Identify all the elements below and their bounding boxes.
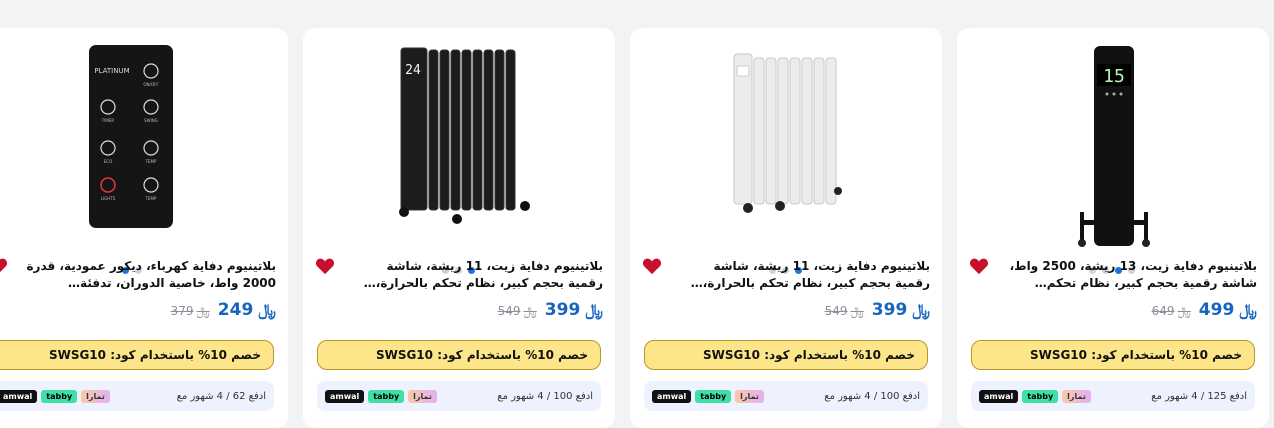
current-price: ﷼ 249 bbox=[217, 300, 276, 320]
old-price: ﷼ 649 bbox=[1151, 304, 1191, 318]
tamara-logo: تمارا bbox=[1062, 389, 1091, 403]
installment-text: ادفع 62 / 4 شهور مع bbox=[176, 390, 266, 402]
remote-label: SWING bbox=[144, 118, 158, 123]
product-image[interactable]: 24 bbox=[303, 28, 615, 260]
amwal-logo: amwal bbox=[0, 389, 38, 403]
old-price: ﷼ 379 bbox=[170, 304, 210, 318]
installment-bar[interactable]: ادفع 100 / 4 شهور مع amwal tabby تمارا bbox=[317, 381, 601, 411]
heater-display: 15 bbox=[1103, 66, 1125, 87]
tamara-logo: تمارا bbox=[735, 389, 764, 403]
riyal-icon: ﷼ bbox=[850, 304, 864, 318]
heart-icon[interactable] bbox=[642, 257, 662, 275]
heart-icon[interactable] bbox=[969, 257, 989, 275]
current-price: ﷼ 399 bbox=[871, 300, 930, 320]
heart-icon[interactable] bbox=[315, 257, 335, 275]
installment-bar[interactable]: ادفع 100 / 4 شهور مع amwal tabby تمارا bbox=[644, 381, 928, 411]
riyal-icon: ﷼ bbox=[912, 300, 930, 319]
product-title[interactable]: بلاتينيوم دفاية كهرباء، ديكور عمودية، قد… bbox=[24, 258, 276, 292]
amwal-logo: amwal bbox=[652, 389, 692, 403]
tabby-logo: tabby bbox=[368, 389, 405, 403]
product-image[interactable]: 15 bbox=[957, 28, 1269, 260]
price-row: ﷼ 399 ﷼ 549 bbox=[498, 300, 603, 320]
riyal-icon: ﷼ bbox=[258, 300, 276, 319]
price-row: ﷼ 249 ﷼ 379 bbox=[171, 300, 276, 320]
amwal-logo: amwal bbox=[979, 389, 1019, 403]
installment-text: ادفع 125 / 4 شهور مع bbox=[1151, 390, 1247, 402]
product-card[interactable]: PLATINUM ON/OFF TIMER SWING ECO TEMP LIG… bbox=[0, 28, 288, 428]
product-title[interactable]: بلاتينيوم دفاية زيت، 11 ريشة، شاشة رقمية… bbox=[678, 258, 930, 292]
heart-icon[interactable] bbox=[0, 257, 8, 275]
remote-label: TEMP bbox=[145, 196, 157, 201]
installment-text: ادفع 100 / 4 شهور مع bbox=[824, 390, 920, 402]
current-price: ﷼ 499 bbox=[1198, 300, 1257, 320]
remote-brand-label: PLATINUM bbox=[94, 67, 129, 75]
product-image[interactable] bbox=[630, 28, 942, 260]
promo-code-banner[interactable]: خصم 10% باستخدام كود: SWSG10 bbox=[971, 340, 1255, 370]
product-card[interactable]: 15 بلاتينيوم دفاية زيت، 13 ريشة، 2500 وا… bbox=[957, 28, 1269, 428]
product-image[interactable]: PLATINUM ON/OFF TIMER SWING ECO TEMP LIG… bbox=[0, 28, 288, 260]
tabby-logo: tabby bbox=[1022, 389, 1059, 403]
old-price: ﷼ 549 bbox=[497, 304, 537, 318]
remote-label: TEMP bbox=[145, 159, 157, 164]
heater-display: 24 bbox=[405, 63, 421, 78]
tamara-logo: تمارا bbox=[408, 389, 437, 403]
riyal-icon: ﷼ bbox=[523, 304, 537, 318]
current-price: ﷼ 399 bbox=[544, 300, 603, 320]
promo-code-banner[interactable]: خصم 10% باستخدام كود: SWSG10 bbox=[0, 340, 274, 370]
remote-label: ON/OFF bbox=[143, 82, 159, 87]
remote-label: LIGHTS bbox=[101, 196, 116, 201]
installment-bar[interactable]: ادفع 62 / 4 شهور مع amwal tabby تمارا bbox=[0, 381, 274, 411]
riyal-icon: ﷼ bbox=[1239, 300, 1257, 319]
promo-code-banner[interactable]: خصم 10% باستخدام كود: SWSG10 bbox=[644, 340, 928, 370]
old-price: ﷼ 549 bbox=[824, 304, 864, 318]
price-row: ﷼ 499 ﷼ 649 bbox=[1152, 300, 1257, 320]
installment-bar[interactable]: ادفع 125 / 4 شهور مع amwal tabby تمارا bbox=[971, 381, 1255, 411]
amwal-logo: amwal bbox=[325, 389, 365, 403]
riyal-icon: ﷼ bbox=[585, 300, 603, 319]
remote-label: ECO bbox=[104, 159, 112, 164]
remote-label: TIMER bbox=[101, 118, 115, 123]
price-row: ﷼ 399 ﷼ 549 bbox=[825, 300, 930, 320]
product-card[interactable]: 24 بلاتينيوم دفاية زيت، 11 ريشة، شاشة رق… bbox=[303, 28, 615, 428]
tabby-logo: tabby bbox=[41, 389, 78, 403]
tabby-logo: tabby bbox=[695, 389, 732, 403]
tamara-logo: تمارا bbox=[81, 389, 110, 403]
riyal-icon: ﷼ bbox=[196, 304, 210, 318]
installment-text: ادفع 100 / 4 شهور مع bbox=[497, 390, 593, 402]
product-title[interactable]: بلاتينيوم دفاية زيت، 13 ريشة، 2500 واط، … bbox=[1005, 258, 1257, 292]
product-card[interactable]: بلاتينيوم دفاية زيت، 11 ريشة، شاشة رقمية… bbox=[630, 28, 942, 428]
riyal-icon: ﷼ bbox=[1177, 304, 1191, 318]
product-title[interactable]: بلاتينيوم دفاية زيت، 11 ريشة، شاشة رقمية… bbox=[351, 258, 603, 292]
promo-code-banner[interactable]: خصم 10% باستخدام كود: SWSG10 bbox=[317, 340, 601, 370]
